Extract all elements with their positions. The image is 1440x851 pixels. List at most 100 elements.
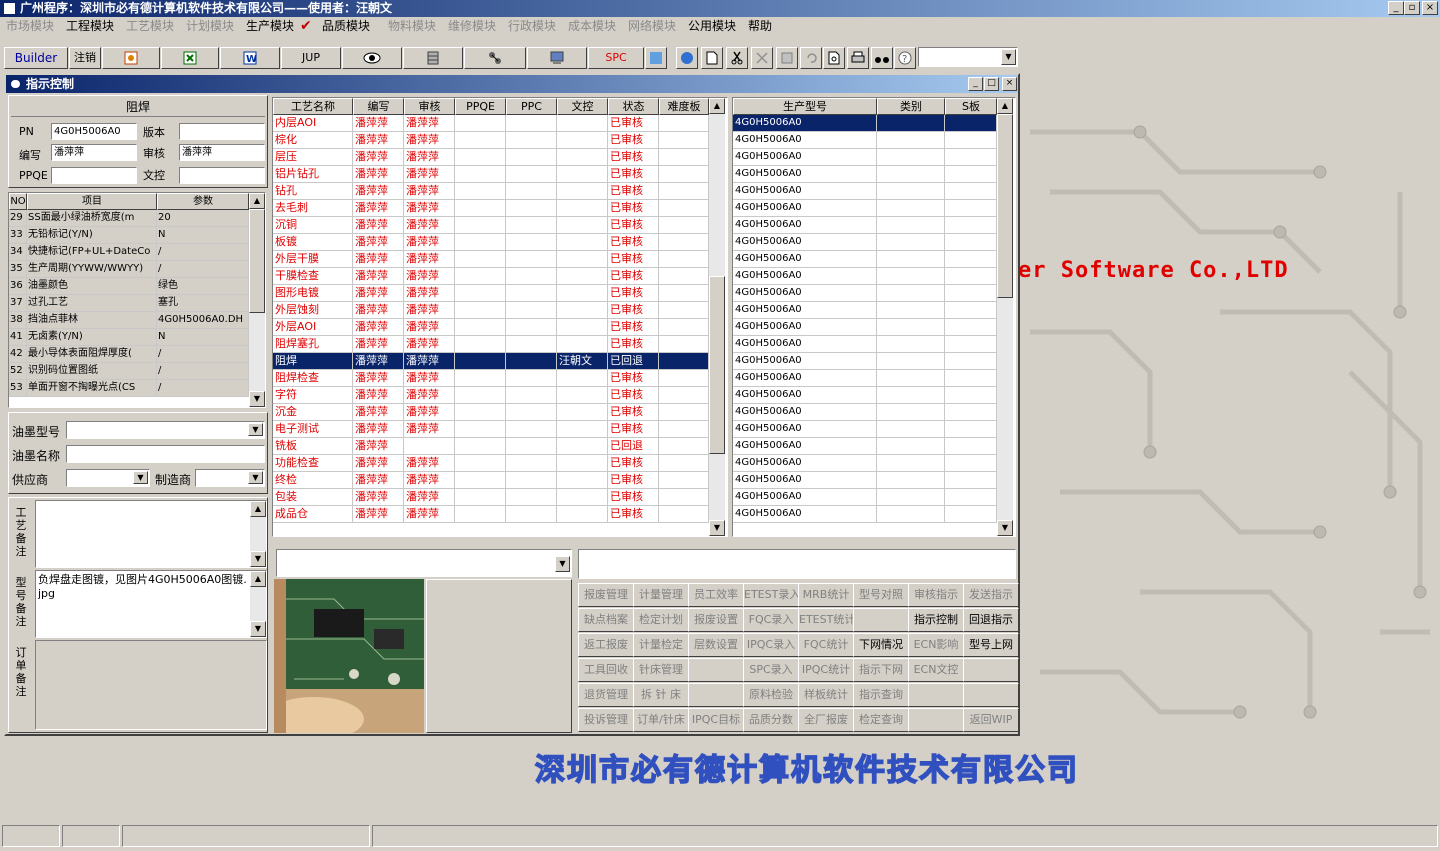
process-cell[interactable] — [455, 166, 506, 183]
process-cell[interactable]: 已审核 — [608, 251, 659, 268]
process-cell[interactable]: 外层蚀刻 — [273, 302, 353, 319]
action-button-0-2[interactable]: 员工效率 — [688, 583, 744, 607]
maker-combo[interactable]: ▼ — [195, 469, 265, 487]
chevron-down-icon[interactable]: ▼ — [248, 423, 263, 436]
process-cell[interactable]: 铣板 — [273, 438, 353, 455]
model-type-cell[interactable] — [877, 200, 945, 217]
process-cell[interactable]: 阻焊塞孔 — [273, 336, 353, 353]
action-button-1-6[interactable]: 指示控制 — [908, 608, 964, 632]
action-button-1-7[interactable]: 回退指示 — [963, 608, 1019, 632]
process-cell[interactable] — [557, 370, 608, 387]
action-button-4-2[interactable] — [688, 683, 744, 707]
model-cell[interactable]: 4G0H5006A0 — [733, 200, 877, 217]
model-cell[interactable]: 4G0H5006A0 — [733, 506, 877, 523]
action-button-5-1[interactable]: 订单/针床 — [633, 708, 689, 732]
process-cell[interactable]: 潘萍萍 — [353, 506, 404, 523]
model-type-cell[interactable] — [877, 115, 945, 132]
process-cell[interactable]: 字符 — [273, 387, 353, 404]
process-cell[interactable]: 潘萍萍 — [404, 319, 455, 336]
action-button-5-3[interactable]: 品质分数 — [743, 708, 799, 732]
word-button[interactable]: W — [220, 47, 280, 69]
process-cell[interactable] — [455, 506, 506, 523]
process-cell[interactable]: 外层干膜 — [273, 251, 353, 268]
model-cell[interactable]: 4G0H5006A0 — [733, 183, 877, 200]
action-button-3-7[interactable] — [963, 658, 1019, 682]
model-type-cell[interactable] — [877, 302, 945, 319]
action-button-3-5[interactable]: 指示下网 — [853, 658, 909, 682]
process-cell[interactable] — [455, 200, 506, 217]
process-cell[interactable] — [455, 132, 506, 149]
spc-button[interactable]: SPC — [588, 47, 644, 69]
process-cell[interactable] — [455, 234, 506, 251]
network-button[interactable] — [464, 47, 526, 69]
process-cell[interactable]: 潘萍萍 — [404, 285, 455, 302]
toolbar-combo[interactable]: ▼ — [918, 47, 1018, 67]
model-sboard-cell[interactable] — [945, 387, 997, 404]
process-cell[interactable]: 干膜检查 — [273, 268, 353, 285]
process-cell[interactable]: 潘萍萍 — [404, 217, 455, 234]
model-cell[interactable]: 4G0H5006A0 — [733, 268, 877, 285]
process-cell[interactable] — [659, 319, 709, 336]
process-cell[interactable] — [506, 268, 557, 285]
action-button-5-6[interactable] — [908, 708, 964, 732]
process-cell[interactable] — [557, 166, 608, 183]
params-grid[interactable]: NO 项目 参数 29 SS面最小绿油桥宽度(m 20 33 无铅标记(Y/N) N 34 快捷标记… — [8, 192, 266, 408]
pn-field[interactable]: 4G0H5006A0 — [51, 123, 137, 140]
model-cell[interactable]: 4G0H5006A0 — [733, 370, 877, 387]
process-cell[interactable]: 电子测试 — [273, 421, 353, 438]
process-cell[interactable] — [659, 132, 709, 149]
process-cell[interactable] — [455, 319, 506, 336]
process-cell[interactable] — [557, 472, 608, 489]
menu-item-1[interactable]: 工程模块 — [66, 17, 114, 36]
process-cell[interactable]: 潘萍萍 — [353, 183, 404, 200]
process-cell[interactable] — [455, 302, 506, 319]
process-cell[interactable] — [557, 387, 608, 404]
action-button-1-2[interactable]: 报废设置 — [688, 608, 744, 632]
process-cell[interactable]: 潘萍萍 — [404, 234, 455, 251]
process-cell[interactable]: 已审核 — [608, 370, 659, 387]
action-button-4-1[interactable]: 拆 针 床 — [633, 683, 689, 707]
action-button-3-2[interactable] — [688, 658, 744, 682]
scroll-up-icon[interactable]: ▲ — [250, 501, 266, 517]
model-type-cell[interactable] — [877, 149, 945, 166]
process-cell[interactable] — [455, 251, 506, 268]
process-scrollbar[interactable]: ▲ ▼ — [709, 98, 725, 536]
process-cell[interactable] — [557, 336, 608, 353]
process-cell[interactable]: 层压 — [273, 149, 353, 166]
bottom-combo[interactable]: ▼ — [276, 549, 572, 577]
process-cell[interactable] — [455, 149, 506, 166]
process-cell[interactable]: 沉金 — [273, 404, 353, 421]
eye-button[interactable] — [342, 47, 402, 69]
process-cell[interactable] — [506, 217, 557, 234]
process-cell[interactable] — [659, 353, 709, 370]
process-cell[interactable] — [557, 149, 608, 166]
process-cell[interactable] — [557, 319, 608, 336]
model-type-cell[interactable] — [877, 370, 945, 387]
ink-name-field[interactable] — [66, 445, 265, 463]
ppqe-field[interactable] — [51, 167, 137, 184]
process-cell[interactable] — [455, 353, 506, 370]
action-button-3-1[interactable]: 针床管理 — [633, 658, 689, 682]
process-cell[interactable]: 已审核 — [608, 319, 659, 336]
refresh-button[interactable] — [645, 47, 667, 69]
model-type-cell[interactable] — [877, 166, 945, 183]
process-cell[interactable] — [455, 472, 506, 489]
process-cell[interactable] — [455, 285, 506, 302]
process-cell[interactable] — [557, 234, 608, 251]
process-cell[interactable]: 已审核 — [608, 302, 659, 319]
model-sboard-cell[interactable] — [945, 166, 997, 183]
model-sboard-cell[interactable] — [945, 183, 997, 200]
process-cell[interactable] — [659, 183, 709, 200]
model-cell[interactable]: 4G0H5006A0 — [733, 217, 877, 234]
process-cell[interactable]: 已审核 — [608, 132, 659, 149]
process-cell[interactable]: 已审核 — [608, 268, 659, 285]
process-cell[interactable]: 汪朝文 — [557, 353, 608, 370]
process-cell[interactable]: 终检 — [273, 472, 353, 489]
process-cell[interactable] — [455, 455, 506, 472]
model-cell[interactable]: 4G0H5006A0 — [733, 438, 877, 455]
process-cell[interactable]: 潘萍萍 — [353, 370, 404, 387]
model-cell[interactable]: 4G0H5006A0 — [733, 387, 877, 404]
process-cell[interactable]: 潘萍萍 — [404, 132, 455, 149]
process-cell[interactable] — [506, 404, 557, 421]
process-cell[interactable] — [506, 370, 557, 387]
